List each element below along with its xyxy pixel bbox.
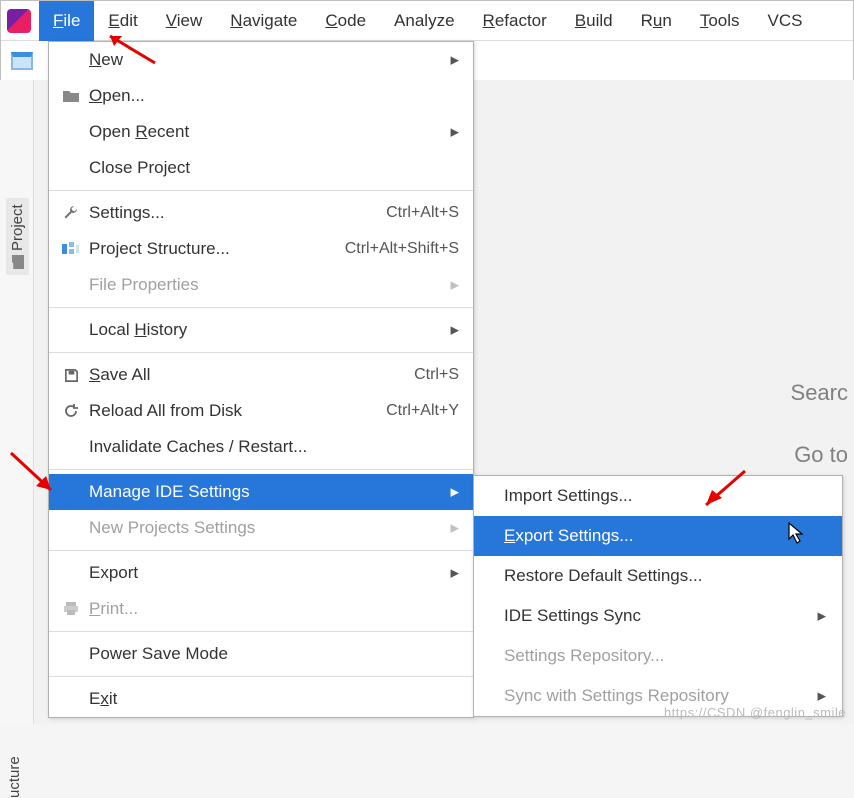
project-tool-tab[interactable]: Project: [6, 198, 29, 275]
menu-item-label: Exit: [83, 689, 459, 709]
menu-item-file-properties: File Properties▸: [49, 267, 473, 303]
menu-item-label: New Projects Settings: [83, 518, 447, 538]
menu-item-project-structure[interactable]: Project Structure...Ctrl+Alt+Shift+S: [49, 231, 473, 267]
menu-item-settings[interactable]: Settings...Ctrl+Alt+S: [49, 195, 473, 231]
menubar-item-refactor[interactable]: Refactor: [469, 1, 561, 41]
menu-item-label: Power Save Mode: [83, 644, 459, 664]
menu-item-reload-all-from-disk[interactable]: Reload All from DiskCtrl+Alt+Y: [49, 393, 473, 429]
submenu-item-label: IDE Settings Sync: [504, 606, 817, 626]
menubar-item-analyze[interactable]: Analyze: [380, 1, 468, 41]
menu-item-label: Invalidate Caches / Restart...: [83, 437, 459, 457]
menu-item-power-save-mode[interactable]: Power Save Mode: [49, 636, 473, 672]
structure-icon: [59, 242, 83, 256]
menu-item-open-recent[interactable]: Open Recent▸: [49, 114, 473, 150]
menu-item-label: Print...: [83, 599, 459, 619]
app-logo-icon: [7, 9, 31, 33]
submenu-item-label: Import Settings...: [504, 486, 826, 506]
menu-item-label: Local History: [83, 320, 447, 340]
watermark-text: https://CSDN.@fenglin_smile: [664, 705, 846, 720]
menu-item-label: New: [83, 50, 447, 70]
wrench-icon: [59, 205, 83, 221]
menu-item-label: Project Structure...: [83, 239, 345, 259]
menu-shortcut: Ctrl+Alt+Y: [386, 402, 459, 420]
submenu-item-label: Restore Default Settings...: [504, 566, 826, 586]
menubar-item-vcs[interactable]: VCS: [754, 1, 817, 41]
submenu-arrow-icon: ▸: [447, 50, 459, 70]
menu-item-label: Open...: [83, 86, 459, 106]
menubar: FileEditViewNavigateCodeAnalyzeRefactorB…: [1, 1, 853, 41]
submenu-arrow-icon: ▸: [447, 122, 459, 142]
menubar-item-build[interactable]: Build: [561, 1, 627, 41]
menu-separator: [49, 190, 473, 191]
menu-item-label: Export: [83, 563, 447, 583]
submenu-item-label: Sync with Settings Repository: [504, 686, 817, 706]
hint-search-everywhere: Searc: [791, 380, 848, 406]
menu-shortcut: Ctrl+Alt+Shift+S: [345, 240, 459, 258]
submenu-arrow-icon: ▸: [447, 320, 459, 340]
menu-item-new-projects-settings: New Projects Settings▸: [49, 510, 473, 546]
reload-icon: [59, 403, 83, 419]
submenu-arrow-icon: ▸: [817, 686, 826, 706]
menu-separator: [49, 469, 473, 470]
save-icon: [59, 368, 83, 383]
left-tool-gutter: Project ucture: [0, 80, 34, 724]
structure-tool-tab[interactable]: ucture: [6, 756, 23, 798]
menu-item-label: Close Project: [83, 158, 459, 178]
menu-item-label: Save All: [83, 365, 414, 385]
menu-separator: [49, 352, 473, 353]
submenu-arrow-icon: ▸: [447, 563, 459, 583]
menu-item-label: Open Recent: [83, 122, 447, 142]
submenu-arrow-icon: ▸: [447, 482, 459, 502]
menubar-item-code[interactable]: Code: [311, 1, 380, 41]
menu-item-label: Settings...: [83, 203, 386, 223]
menu-item-print: Print...: [49, 591, 473, 627]
menubar-item-file[interactable]: File: [39, 1, 94, 41]
project-tab-label: Project: [9, 204, 26, 251]
menu-separator: [49, 550, 473, 551]
menu-separator: [49, 631, 473, 632]
folder-icon: [12, 255, 24, 269]
menubar-item-view[interactable]: View: [152, 1, 217, 41]
submenu-item-ide-settings-sync[interactable]: IDE Settings Sync▸: [474, 596, 842, 636]
menu-item-label: Manage IDE Settings: [83, 482, 447, 502]
folder-icon: [59, 89, 83, 103]
submenu-item-import-settings[interactable]: Import Settings...: [474, 476, 842, 516]
menu-separator: [49, 676, 473, 677]
submenu-item-label: Export Settings...: [504, 526, 826, 546]
menu-item-label: Reload All from Disk: [83, 401, 386, 421]
menu-item-exit[interactable]: Exit: [49, 681, 473, 717]
menu-item-export[interactable]: Export▸: [49, 555, 473, 591]
menu-item-manage-ide-settings[interactable]: Manage IDE Settings▸: [49, 474, 473, 510]
menu-shortcut: Ctrl+S: [414, 366, 459, 384]
menu-shortcut: Ctrl+Alt+S: [386, 204, 459, 222]
menu-item-open[interactable]: Open...: [49, 78, 473, 114]
mouse-cursor-icon: [788, 522, 806, 550]
menu-item-save-all[interactable]: Save AllCtrl+S: [49, 357, 473, 393]
menu-item-local-history[interactable]: Local History▸: [49, 312, 473, 348]
submenu-item-export-settings[interactable]: Export Settings...: [474, 516, 842, 556]
submenu-arrow-icon: ▸: [817, 606, 826, 626]
submenu-arrow-icon: ▸: [447, 518, 459, 538]
menu-item-new[interactable]: New▸: [49, 42, 473, 78]
manage-ide-settings-submenu: Import Settings... Export Settings... Rest…: [473, 475, 843, 717]
submenu-item-restore-default-settings[interactable]: Restore Default Settings...: [474, 556, 842, 596]
hint-goto-file: Go to: [794, 442, 848, 468]
menubar-item-run[interactable]: Run: [627, 1, 686, 41]
submenu-arrow-icon: ▸: [447, 275, 459, 295]
menu-item-close-project[interactable]: Close Project: [49, 150, 473, 186]
file-menu-dropdown: New▸Open...Open Recent▸Close ProjectSett…: [48, 41, 474, 718]
submenu-item-label: Settings Repository...: [504, 646, 826, 666]
menu-item-label: File Properties: [83, 275, 447, 295]
menubar-item-navigate[interactable]: Navigate: [216, 1, 311, 41]
menu-item-invalidate-caches-restart[interactable]: Invalidate Caches / Restart...: [49, 429, 473, 465]
menu-separator: [49, 307, 473, 308]
print-icon: [59, 602, 83, 616]
window-layout-icon[interactable]: [11, 52, 33, 70]
menubar-item-edit[interactable]: Edit: [94, 1, 151, 41]
menubar-item-tools[interactable]: Tools: [686, 1, 754, 41]
submenu-item-settings-repository: Settings Repository...: [474, 636, 842, 676]
